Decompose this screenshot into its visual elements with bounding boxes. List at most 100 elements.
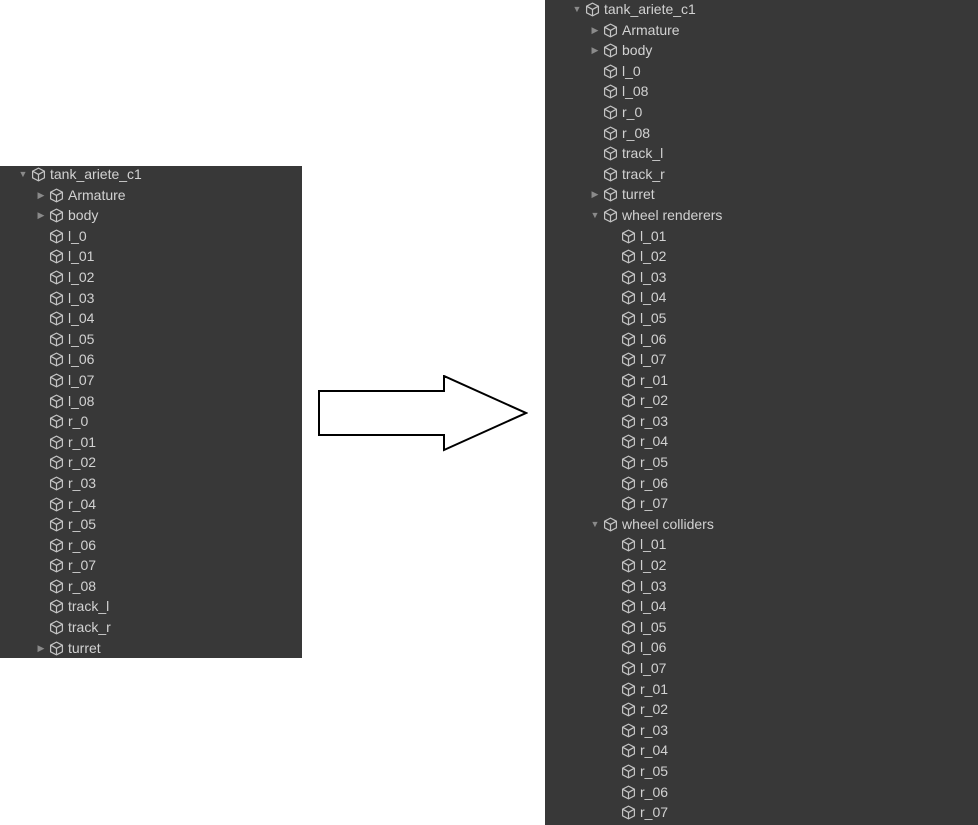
tree-item[interactable]: r_06 [0, 535, 302, 556]
tree-item[interactable]: l_03 [0, 288, 302, 309]
cube-icon [603, 84, 618, 99]
tree-item[interactable]: track_l [0, 596, 302, 617]
tree-item[interactable]: r_04 [545, 740, 978, 761]
tree-item[interactable]: r_02 [0, 452, 302, 473]
triangle-down-icon[interactable]: ▼ [589, 514, 601, 535]
cube-icon [49, 538, 64, 553]
tree-item[interactable]: r_05 [545, 761, 978, 782]
cube-icon [603, 105, 618, 120]
triangle-right-icon[interactable]: ▶ [589, 184, 601, 205]
tree-item[interactable]: r_02 [545, 699, 978, 720]
cube-icon [621, 743, 636, 758]
tree-item[interactable]: ▼ wheel renderers [545, 205, 978, 226]
triangle-right-icon[interactable]: ▶ [589, 20, 601, 41]
cube-icon [621, 620, 636, 635]
tree-item[interactable]: r_07 [545, 493, 978, 514]
tree-item[interactable]: r_0 [0, 411, 302, 432]
triangle-down-icon[interactable]: ▼ [17, 164, 29, 185]
tree-item-label: l_04 [68, 310, 95, 327]
tree-item[interactable]: r_02 [545, 390, 978, 411]
cube-icon [621, 682, 636, 697]
tree-item[interactable]: l_06 [545, 637, 978, 658]
tree-item[interactable]: l_04 [545, 287, 978, 308]
tree-item[interactable]: r_03 [0, 473, 302, 494]
tree-item[interactable]: l_03 [545, 576, 978, 597]
tree-item[interactable]: ▶ turret [545, 184, 978, 205]
tree-item[interactable]: ▼ tank_ariete_c1 [545, 0, 978, 20]
cube-icon [49, 249, 64, 264]
tree-item[interactable]: r_05 [545, 452, 978, 473]
tree-item[interactable]: r_04 [0, 494, 302, 515]
tree-item[interactable]: l_07 [0, 370, 302, 391]
cube-icon [621, 311, 636, 326]
tree-item-label: l_03 [640, 577, 667, 594]
tree-item[interactable]: l_05 [545, 308, 978, 329]
tree-item[interactable]: track_l [545, 143, 978, 164]
tree-item[interactable]: l_07 [545, 658, 978, 679]
tree-item[interactable]: l_0 [545, 61, 978, 82]
tree-item-label: l_03 [640, 268, 667, 285]
cube-icon [621, 270, 636, 285]
tree-item[interactable]: ▶ turret [0, 638, 302, 659]
tree-item[interactable]: l_01 [0, 246, 302, 267]
cube-icon [603, 208, 618, 223]
cube-icon [621, 785, 636, 800]
tree-item[interactable]: r_08 [545, 123, 978, 144]
triangle-down-icon[interactable]: ▼ [589, 205, 601, 226]
tree-item-label: l_07 [68, 371, 95, 388]
tree-item[interactable]: l_07 [545, 349, 978, 370]
tree-item[interactable]: l_08 [0, 391, 302, 412]
triangle-right-icon[interactable]: ▶ [589, 40, 601, 61]
tree-item[interactable]: r_01 [545, 679, 978, 700]
tree-item[interactable]: l_04 [545, 596, 978, 617]
tree-item[interactable]: l_06 [0, 349, 302, 370]
tree-item-label: r_05 [640, 762, 669, 779]
tree-item[interactable]: l_02 [0, 267, 302, 288]
tree-item[interactable]: l_01 [545, 534, 978, 555]
tree-item[interactable]: r_07 [545, 802, 978, 823]
tree-item[interactable]: ▼ tank_ariete_c1 [0, 164, 302, 185]
triangle-right-icon[interactable]: ▶ [35, 205, 47, 226]
tree-item[interactable]: l_03 [545, 267, 978, 288]
cube-icon [621, 434, 636, 449]
cube-icon [49, 641, 64, 656]
cube-icon [603, 167, 618, 182]
tree-item[interactable]: l_05 [545, 617, 978, 638]
tree-item[interactable]: r_07 [0, 555, 302, 576]
tree-item[interactable]: ▼ wheel colliders [545, 514, 978, 535]
cube-icon [49, 311, 64, 326]
tree-item[interactable]: l_04 [0, 308, 302, 329]
tree-item[interactable]: track_r [0, 617, 302, 638]
cube-icon [603, 517, 618, 532]
tree-item[interactable]: r_04 [545, 431, 978, 452]
tree-item[interactable]: l_02 [545, 555, 978, 576]
tree-item-label: l_02 [640, 248, 667, 265]
triangle-right-icon[interactable]: ▶ [35, 185, 47, 206]
tree-item-label: Armature [68, 186, 126, 203]
tree-item[interactable]: r_06 [545, 782, 978, 803]
tree-item[interactable]: ▶ Armature [0, 185, 302, 206]
tree-item[interactable]: ▶ Armature [545, 20, 978, 41]
tree-item[interactable]: r_0 [545, 102, 978, 123]
tree-item[interactable]: l_01 [545, 226, 978, 247]
tree-item[interactable]: r_03 [545, 411, 978, 432]
tree-item[interactable]: r_06 [545, 473, 978, 494]
tree-item[interactable]: track_r [545, 164, 978, 185]
cube-icon [621, 805, 636, 820]
tree-item[interactable]: l_08 [545, 81, 978, 102]
tree-item[interactable]: l_0 [0, 226, 302, 247]
tree-item-label: r_01 [640, 680, 669, 697]
tree-item[interactable]: l_05 [0, 329, 302, 350]
tree-item[interactable]: r_08 [0, 576, 302, 597]
tree-item[interactable]: l_02 [545, 246, 978, 267]
tree-item[interactable]: ▶ body [0, 205, 302, 226]
triangle-down-icon[interactable]: ▼ [571, 0, 583, 20]
tree-item[interactable]: ▶ body [545, 40, 978, 61]
tree-item[interactable]: l_06 [545, 329, 978, 350]
triangle-right-icon[interactable]: ▶ [35, 638, 47, 659]
tree-item[interactable]: r_03 [545, 720, 978, 741]
tree-item[interactable]: r_05 [0, 514, 302, 535]
tree-item[interactable]: r_01 [545, 370, 978, 391]
tree-item[interactable]: r_01 [0, 432, 302, 453]
cube-icon [49, 599, 64, 614]
